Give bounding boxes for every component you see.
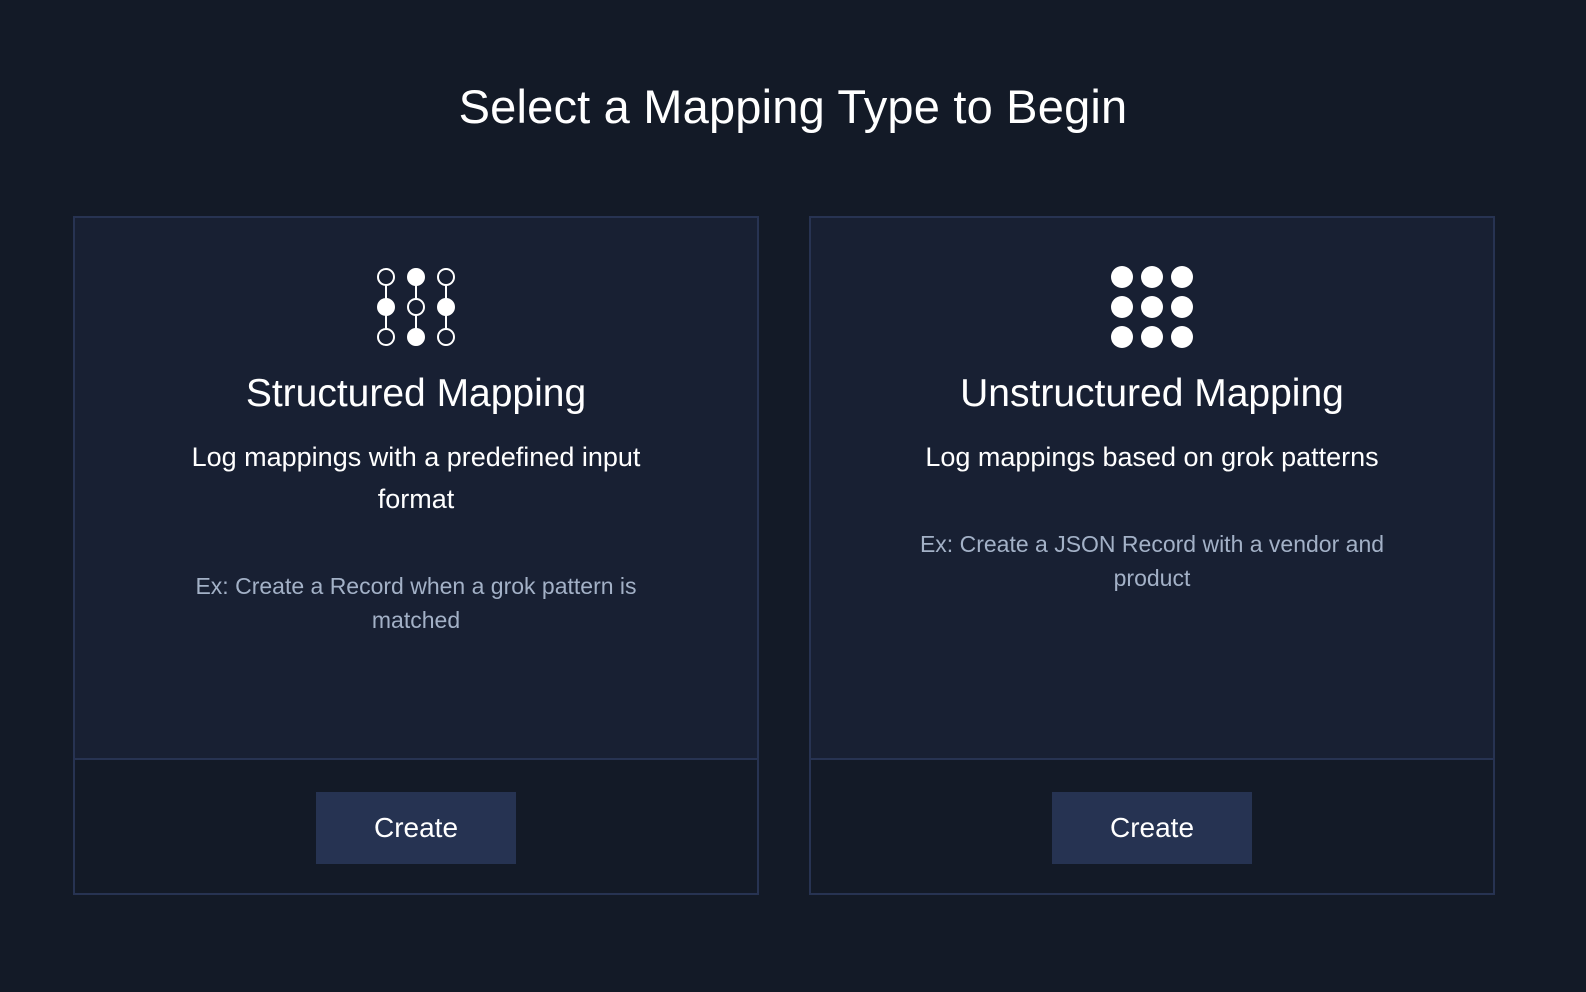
card-example: Ex: Create a Record when a grok pattern … <box>195 573 637 633</box>
page-title: Select a Mapping Type to Begin <box>458 80 1128 133</box>
structured-mapping-icon <box>377 268 455 346</box>
create-unstructured-button[interactable]: Create <box>1052 792 1252 864</box>
structured-mapping-card: Structured Mapping Log mappings with a p… <box>73 216 759 895</box>
card-title: Unstructured Mapping <box>960 372 1344 415</box>
card-example: Ex: Create a JSON Record with a vendor a… <box>919 531 1385 591</box>
card-description: Log mappings with a predefined input for… <box>191 442 641 514</box>
card-body: Unstructured Mapping Log mappings based … <box>811 218 1493 760</box>
create-structured-button[interactable]: Create <box>316 792 516 864</box>
card-body: Structured Mapping Log mappings with a p… <box>75 218 757 760</box>
card-description: Log mappings based on grok patterns <box>925 442 1379 472</box>
unstructured-mapping-icon <box>1111 266 1193 348</box>
unstructured-mapping-card: Unstructured Mapping Log mappings based … <box>809 216 1495 895</box>
card-title: Structured Mapping <box>245 372 587 415</box>
